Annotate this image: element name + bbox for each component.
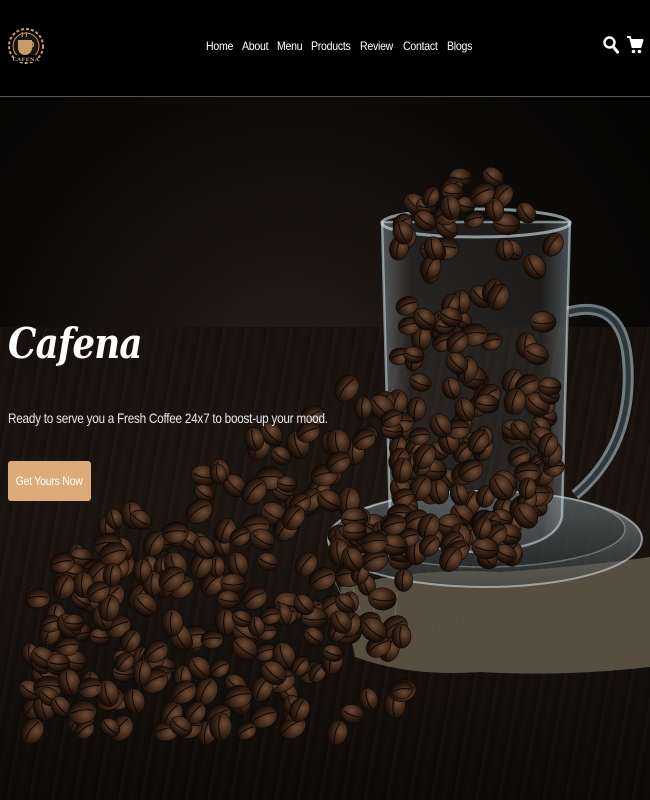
hero-title: Cafena bbox=[8, 319, 142, 368]
cart-button[interactable] bbox=[626, 32, 644, 58]
nav-blogs[interactable]: Blogs bbox=[447, 39, 472, 53]
nav-contact[interactable]: Contact bbox=[403, 39, 438, 53]
search-button[interactable] bbox=[602, 32, 620, 58]
cta-label: Get Yours Now bbox=[15, 474, 84, 488]
nav-review[interactable]: Review bbox=[360, 39, 393, 53]
page: CAFENA Home About Menu Products Review C… bbox=[0, 0, 650, 800]
cafena-logo[interactable]: CAFENA bbox=[6, 12, 46, 78]
nav-products[interactable]: Products bbox=[311, 39, 351, 53]
nav-home[interactable]: Home bbox=[206, 39, 233, 53]
logo-emblem-icon bbox=[8, 28, 44, 64]
coffee-beans-in-glass-mug bbox=[18, 166, 650, 746]
search-icon bbox=[603, 36, 619, 54]
logo-text: CAFENA bbox=[12, 57, 40, 63]
nav-about[interactable]: About bbox=[242, 39, 269, 53]
site-header: CAFENA Home About Menu Products Review C… bbox=[0, 0, 650, 97]
main-nav: Home About Menu Products Review Contact … bbox=[206, 39, 473, 53]
nav-menu[interactable]: Menu bbox=[277, 39, 303, 53]
shopping-cart-icon bbox=[627, 36, 644, 54]
hero-subtitle: Ready to serve you a Fresh Coffee 24x7 t… bbox=[8, 410, 328, 426]
get-yours-now-button[interactable]: Get Yours Now bbox=[8, 461, 91, 501]
hero-section: Cafena Ready to serve you a Fresh Coffee… bbox=[0, 97, 650, 800]
